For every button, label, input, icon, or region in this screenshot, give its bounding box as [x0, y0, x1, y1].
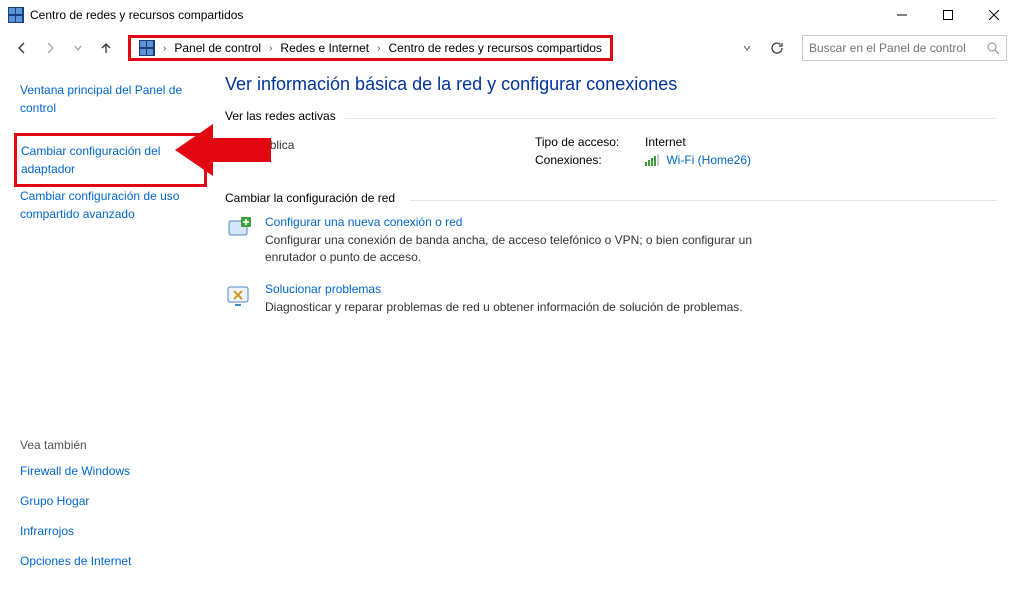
- search-input[interactable]: [803, 41, 1006, 55]
- address-dropdown[interactable]: [738, 43, 756, 53]
- search-box[interactable]: [802, 35, 1007, 61]
- close-button[interactable]: [971, 0, 1017, 30]
- config-item-new-connection: Configurar una nueva conexión o red Conf…: [225, 215, 997, 266]
- sidebar-link-homegroup[interactable]: Grupo Hogar: [20, 492, 207, 510]
- up-button[interactable]: [94, 36, 118, 60]
- sidebar-link-advanced-sharing[interactable]: Cambiar configuración de uso compartido …: [20, 187, 207, 223]
- search-icon: [986, 41, 1000, 58]
- breadcrumb-item[interactable]: Redes e Internet: [280, 41, 369, 55]
- control-panel-icon: [139, 40, 155, 56]
- config-item-title[interactable]: Solucionar problemas: [265, 282, 743, 296]
- minimize-button[interactable]: [879, 0, 925, 30]
- active-networks-header: Ver las redes activas: [225, 109, 997, 123]
- network-type: Red pública: [231, 138, 294, 152]
- sidebar-link-adapter-settings[interactable]: Cambiar configuración del adaptador: [14, 133, 207, 187]
- breadcrumb[interactable]: › Panel de control › Redes e Internet › …: [128, 35, 613, 61]
- forward-button[interactable]: [38, 36, 62, 60]
- config-item-title[interactable]: Configurar una nueva conexión o red: [265, 215, 785, 229]
- chevron-right-icon: ›: [375, 43, 382, 54]
- access-type-value: Internet: [645, 135, 686, 149]
- sidebar-link-infrared[interactable]: Infrarrojos: [20, 522, 207, 540]
- config-item-desc: Configurar una conexión de banda ancha, …: [265, 232, 785, 266]
- config-item-desc: Diagnosticar y reparar problemas de red …: [265, 299, 743, 316]
- recent-dropdown[interactable]: [66, 36, 90, 60]
- breadcrumb-item[interactable]: Centro de redes y recursos compartidos: [389, 41, 602, 55]
- sidebar-link-internet-options[interactable]: Opciones de Internet: [20, 552, 207, 570]
- window-controls: [879, 0, 1017, 30]
- see-also-header: Vea también: [20, 438, 207, 452]
- page-title: Ver información básica de la red y confi…: [225, 74, 997, 95]
- breadcrumb-item[interactable]: Panel de control: [174, 41, 261, 55]
- troubleshoot-icon: [225, 282, 253, 310]
- sidebar-link-firewall[interactable]: Firewall de Windows: [20, 462, 207, 480]
- chevron-right-icon: ›: [161, 43, 168, 54]
- new-connection-icon: [225, 215, 253, 243]
- window-title: Centro de redes y recursos compartidos: [30, 8, 243, 22]
- sidebar: Ventana principal del Panel de control C…: [0, 66, 215, 592]
- config-item-troubleshoot: Solucionar problemas Diagnosticar y repa…: [225, 282, 997, 316]
- active-network: Red pública Tipo de acceso: Internet Con…: [225, 135, 997, 173]
- main-pane: Ver información básica de la red y confi…: [215, 66, 1017, 592]
- titlebar: Centro de redes y recursos compartidos: [0, 0, 1017, 30]
- sidebar-link-main[interactable]: Ventana principal del Panel de control: [20, 81, 207, 117]
- refresh-button[interactable]: [764, 35, 790, 61]
- change-settings-header: Cambiar la configuración de red: [225, 191, 997, 205]
- back-button[interactable]: [10, 36, 34, 60]
- maximize-button[interactable]: [925, 0, 971, 30]
- connections-label: Conexiones:: [535, 153, 645, 169]
- control-panel-icon: [8, 7, 24, 23]
- chevron-right-icon: ›: [267, 43, 274, 54]
- access-type-label: Tipo de acceso:: [535, 135, 645, 149]
- wifi-signal-icon: [645, 154, 659, 169]
- toolbar: › Panel de control › Redes e Internet › …: [0, 30, 1017, 66]
- connection-link[interactable]: Wi-Fi (Home26): [666, 153, 751, 167]
